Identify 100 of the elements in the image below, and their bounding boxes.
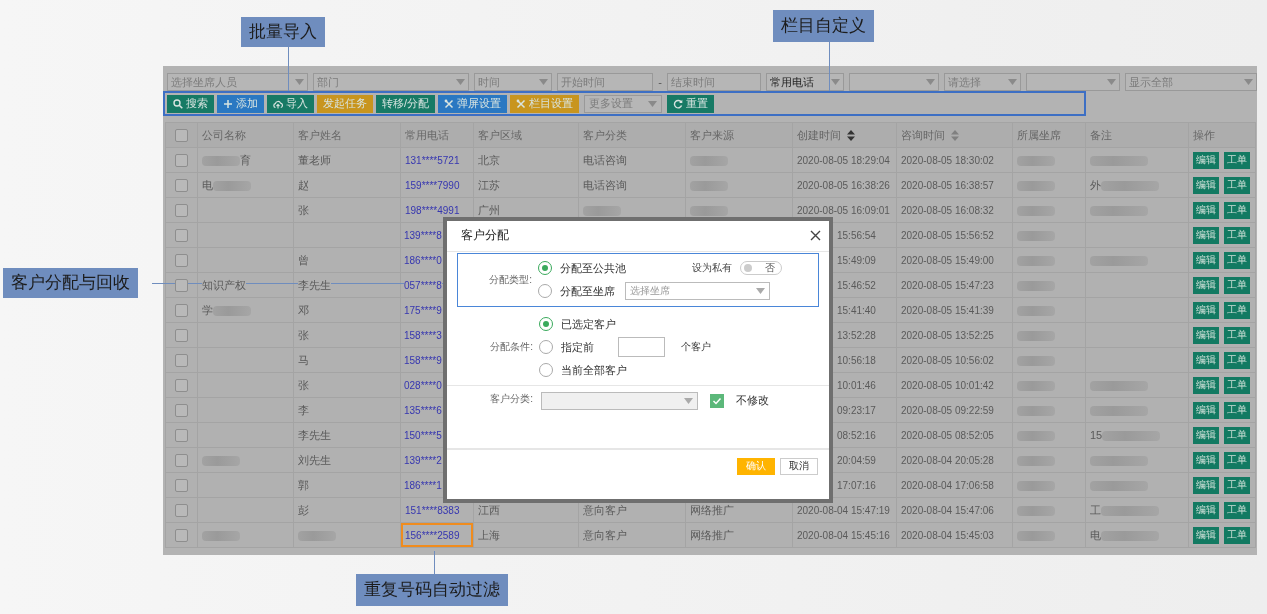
- toolbar-button[interactable]: 弹屏设置: [438, 94, 508, 113]
- row-action-button[interactable]: 编辑: [1193, 251, 1219, 269]
- checkbox[interactable]: [175, 153, 188, 167]
- tools-icon: [444, 98, 455, 109]
- row-action-button[interactable]: 编辑: [1193, 326, 1219, 344]
- dropdown[interactable]: 常用电话: [765, 73, 844, 91]
- dropdown[interactable]: 选择坐席: [625, 282, 770, 301]
- input-field[interactable]: [618, 337, 665, 358]
- toolbar-button[interactable]: 栏目设置: [510, 94, 580, 113]
- toolbar-button[interactable]: 添加: [217, 94, 264, 113]
- phone-link[interactable]: 186****1: [404, 480, 442, 491]
- toolbar-button[interactable]: 重置: [667, 94, 715, 113]
- checkbox[interactable]: [175, 303, 188, 317]
- checkbox[interactable]: [175, 253, 188, 267]
- checkbox[interactable]: [175, 478, 188, 492]
- row-action-button[interactable]: 编辑: [1193, 526, 1219, 544]
- phone-link[interactable]: 151****8383: [405, 505, 460, 516]
- phone-link[interactable]: 186****0: [404, 255, 442, 266]
- checkbox[interactable]: [175, 428, 188, 442]
- row-action-button[interactable]: 工单: [1224, 426, 1250, 444]
- row-action-button[interactable]: 编辑: [1193, 476, 1219, 494]
- row-action-button[interactable]: 工单: [1224, 251, 1250, 269]
- field-label: 分配条件:: [489, 340, 534, 355]
- phone-link[interactable]: 150****5: [404, 430, 442, 441]
- row-action-button[interactable]: 工单: [1224, 501, 1250, 519]
- dropdown[interactable]: [1026, 73, 1121, 91]
- checkbox[interactable]: [175, 353, 188, 367]
- cell-text: 电话咨询: [583, 153, 627, 166]
- dropdown[interactable]: [541, 391, 698, 410]
- checkbox[interactable]: [175, 228, 188, 242]
- checkbox[interactable]: [175, 378, 188, 392]
- row-action-button[interactable]: 工单: [1224, 526, 1250, 544]
- checkbox[interactable]: [175, 278, 188, 292]
- cell-text: 15: [1090, 428, 1103, 441]
- checkbox[interactable]: [175, 328, 188, 342]
- checkbox[interactable]: [175, 203, 188, 217]
- cell-text: 外: [1090, 178, 1101, 191]
- checkbox[interactable]: [175, 453, 188, 467]
- row-action-button[interactable]: 编辑: [1193, 276, 1219, 294]
- cell-text: 2020-08-05 16:08:32: [901, 205, 994, 216]
- toolbar-button[interactable]: 导入: [267, 94, 314, 113]
- row-action-button[interactable]: 编辑: [1193, 176, 1219, 194]
- row-action-button[interactable]: 编辑: [1193, 376, 1219, 394]
- phone-link[interactable]: 156****2589: [405, 530, 460, 541]
- cell-text: 刘先生: [298, 453, 331, 466]
- phone-link[interactable]: 175****9: [404, 305, 442, 316]
- callout-label: 栏目自定义: [773, 10, 874, 42]
- row-action-button[interactable]: 工单: [1224, 276, 1250, 294]
- row-action-button[interactable]: 编辑: [1193, 351, 1219, 369]
- row-action-button[interactable]: 编辑: [1193, 301, 1219, 319]
- toolbar-button[interactable]: 搜索: [167, 94, 214, 113]
- column-header: 客户姓名: [298, 127, 342, 143]
- phone-link[interactable]: 158****3: [404, 330, 442, 341]
- row-action-button[interactable]: 工单: [1224, 301, 1250, 319]
- row-action-button[interactable]: 编辑: [1193, 201, 1219, 219]
- row-action-button[interactable]: 工单: [1224, 326, 1250, 344]
- row-action-button[interactable]: 工单: [1224, 476, 1250, 494]
- phone-link[interactable]: 057****8: [404, 280, 442, 291]
- row-action-button[interactable]: 编辑: [1193, 226, 1219, 244]
- checkbox[interactable]: [710, 393, 724, 408]
- row-action-button[interactable]: 编辑: [1193, 426, 1219, 444]
- column-header: 公司名称: [202, 127, 246, 143]
- cell-text: 2020-08-04 17:06:58: [901, 480, 994, 491]
- phone-link[interactable]: 028****0: [404, 380, 442, 391]
- blurred-text: [583, 206, 621, 217]
- row-action-button[interactable]: 工单: [1224, 401, 1250, 419]
- row-action-button[interactable]: 编辑: [1193, 451, 1219, 469]
- row-action-button[interactable]: 工单: [1224, 351, 1250, 369]
- cancel-button[interactable]: 取消: [780, 457, 818, 475]
- toolbar-button[interactable]: 发起任务: [317, 94, 373, 113]
- phone-link[interactable]: 159****7990: [405, 180, 460, 191]
- row-action-button[interactable]: 工单: [1224, 226, 1250, 244]
- row-action-button[interactable]: 工单: [1224, 151, 1250, 169]
- cell-text: 赵: [298, 178, 309, 191]
- row-action-button[interactable]: 工单: [1224, 451, 1250, 469]
- checkbox[interactable]: [175, 528, 188, 542]
- phone-link[interactable]: 198****4991: [405, 205, 460, 216]
- row-action-button[interactable]: 编辑: [1193, 501, 1219, 519]
- dropdown[interactable]: [848, 73, 939, 91]
- tools-icon: [516, 98, 527, 109]
- checkbox[interactable]: [175, 128, 188, 142]
- unit-label: 个客户: [681, 340, 711, 355]
- row-action-button[interactable]: 工单: [1224, 376, 1250, 394]
- checkbox[interactable]: [175, 403, 188, 417]
- checkbox[interactable]: [175, 503, 188, 517]
- phone-link[interactable]: 139****2: [404, 455, 442, 466]
- phone-link[interactable]: 139****8: [404, 230, 442, 241]
- checkbox[interactable]: [175, 178, 188, 192]
- phone-link[interactable]: 158****9: [404, 355, 442, 366]
- toggle-switch[interactable]: 否: [740, 261, 782, 276]
- radio-label: 分配至公共池: [560, 260, 626, 276]
- row-action-button[interactable]: 工单: [1224, 176, 1250, 194]
- row-action-button[interactable]: 工单: [1224, 201, 1250, 219]
- toolbar-button[interactable]: 转移/分配: [376, 94, 436, 113]
- phone-link[interactable]: 135****6: [404, 405, 442, 416]
- row-action-button[interactable]: 编辑: [1193, 151, 1219, 169]
- row-action-button[interactable]: 编辑: [1193, 401, 1219, 419]
- phone-link[interactable]: 131****5721: [405, 155, 460, 166]
- cell-text: 上海: [478, 528, 500, 541]
- close-icon[interactable]: [810, 230, 821, 242]
